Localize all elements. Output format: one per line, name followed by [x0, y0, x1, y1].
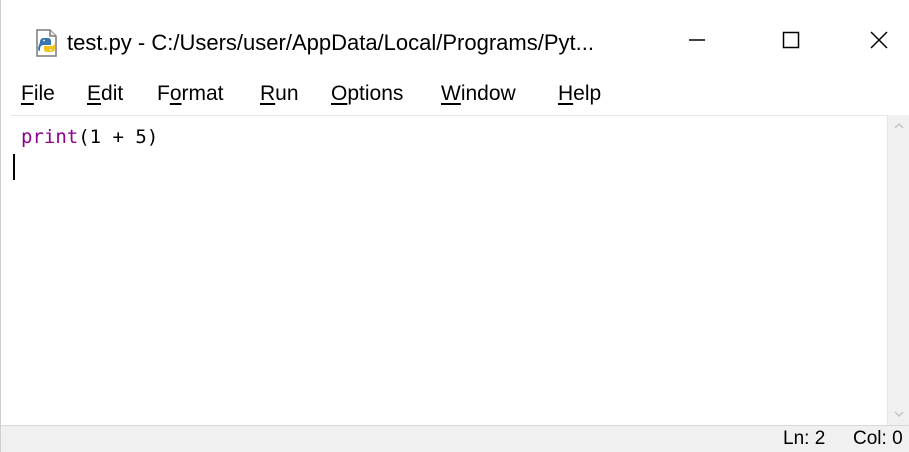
chevron-up-icon: [893, 117, 905, 135]
menu-format-label: rmat: [181, 82, 224, 105]
line-number-status: Ln: 2: [783, 428, 826, 449]
code-text: (1 + 5): [78, 126, 159, 148]
menu-bar: File Edit Format Run Options Window Help: [1, 76, 909, 112]
code-line: print(1 + 5): [21, 122, 158, 152]
scroll-down-button[interactable]: [888, 403, 909, 425]
menu-help-mnemonic: H: [558, 82, 574, 105]
menu-options-mnemonic: O: [331, 82, 348, 105]
menu-format-mnemonic: o: [169, 82, 182, 105]
menu-help-label: elp: [573, 82, 602, 105]
maximize-button[interactable]: [761, 18, 821, 66]
menu-run[interactable]: Run: [260, 78, 299, 110]
minimize-icon: [687, 30, 707, 55]
python-file-icon: [31, 28, 61, 58]
close-icon: [868, 29, 890, 56]
menu-edit-mnemonic: E: [87, 82, 102, 105]
status-bar: Ln: 2 Col: 0: [1, 425, 909, 452]
menu-options[interactable]: Options: [331, 78, 403, 110]
menu-options-label: ptions: [347, 82, 404, 105]
minimize-button[interactable]: [667, 18, 727, 66]
menu-file-label: ile: [33, 82, 55, 105]
chevron-down-icon: [893, 405, 905, 423]
menu-format-pre: F: [157, 82, 170, 105]
menu-run-mnemonic: R: [260, 82, 276, 105]
menu-file[interactable]: File: [21, 78, 55, 110]
menu-edit-label: dit: [101, 82, 124, 105]
title-bar[interactable]: test.py - C:/Users/user/AppData/Local/Pr…: [1, 0, 909, 76]
code-editor[interactable]: print(1 + 5): [11, 115, 887, 426]
menu-window-label: indow: [460, 82, 516, 105]
menu-format[interactable]: Format: [157, 78, 224, 110]
idle-editor-window: test.py - C:/Users/user/AppData/Local/Pr…: [0, 0, 909, 452]
menu-window-mnemonic: W: [441, 82, 461, 105]
menu-edit[interactable]: Edit: [87, 78, 123, 110]
window-title: test.py - C:/Users/user/AppData/Local/Pr…: [67, 30, 594, 55]
menu-file-mnemonic: F: [21, 82, 34, 105]
text-cursor: [13, 154, 15, 180]
maximize-icon: [781, 30, 801, 55]
column-number-status: Col: 0: [853, 428, 903, 449]
menu-help[interactable]: Help: [558, 78, 601, 110]
vertical-scrollbar[interactable]: [887, 115, 909, 425]
close-button[interactable]: [849, 18, 909, 66]
menu-run-label: un: [275, 82, 299, 105]
menu-window[interactable]: Window: [441, 78, 516, 110]
builtin-keyword: print: [21, 126, 79, 148]
scroll-up-button[interactable]: [888, 115, 909, 137]
